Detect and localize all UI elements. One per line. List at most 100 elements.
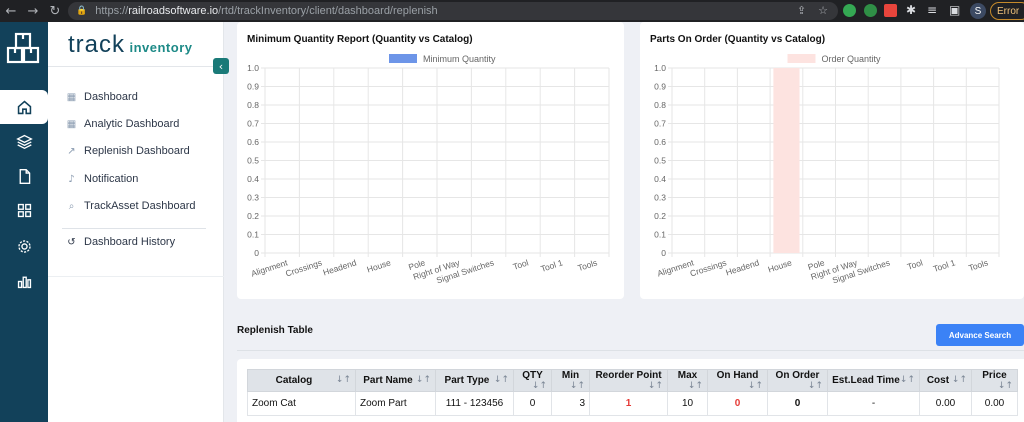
error-badge[interactable]: Error <box>990 2 1024 20</box>
column-header-max[interactable]: Max ↓↑ <box>667 369 708 392</box>
x-tick-label: Tool 1 <box>539 257 564 274</box>
brand-logo: track inventory <box>68 31 193 58</box>
cell-cost: 0.00 <box>919 391 972 416</box>
menu-item-label: Dashboard <box>84 91 138 103</box>
sort-icon[interactable]: ↓↑ <box>648 381 663 391</box>
column-header-part-name[interactable]: Part Name ↓↑ <box>355 369 436 392</box>
menu-item-dashboard[interactable]: ▦ Dashboard <box>66 88 138 106</box>
rail-home[interactable] <box>0 90 48 124</box>
y-tick-label: 0.2 <box>654 211 666 221</box>
y-tick-label: 0.9 <box>247 82 259 92</box>
collapse-sidebar-button[interactable]: ‹ <box>213 58 229 74</box>
sort-icon[interactable]: ↓↑ <box>998 381 1013 391</box>
cell-catalog: Zoom Cat <box>247 391 356 416</box>
column-header-cost[interactable]: Cost ↓↑ <box>919 369 972 392</box>
x-tick-label: Crossings <box>689 257 728 278</box>
extension-z-icon[interactable] <box>884 4 897 17</box>
cell-reorder-point: 1 <box>589 391 668 416</box>
legend-label: Order Quantity <box>822 54 882 64</box>
reload-icon[interactable]: ↻ <box>44 0 66 22</box>
menu-item-analytic-dashboard[interactable]: ▦ Analytic Dashboard <box>66 115 180 133</box>
column-header-qty[interactable]: QTY ↓↑ <box>513 369 552 392</box>
y-tick-label: 0.7 <box>247 119 259 129</box>
legend-swatch <box>389 54 417 63</box>
analytics-icon: ▦ <box>66 118 77 130</box>
sort-icon[interactable]: ↓↑ <box>952 375 967 385</box>
y-tick-label: 0.5 <box>654 156 666 166</box>
y-tick-label: 0.7 <box>654 119 666 129</box>
menu-item-dashboard-history[interactable]: ↺ Dashboard History <box>66 233 175 251</box>
extension-play-icon[interactable] <box>843 4 856 17</box>
cell-part-name: Zoom Part <box>355 391 436 416</box>
share-icon[interactable]: ⇪ <box>797 4 806 17</box>
divider <box>48 66 224 67</box>
sort-icon[interactable]: ↓↑ <box>570 381 585 391</box>
rail-grid[interactable] <box>0 193 48 227</box>
y-tick-label: 0.1 <box>247 230 259 240</box>
browser-toolbar: ← → ↻ 🔒 https://railroadsoftware.io/rtd/… <box>0 0 1024 22</box>
bookmark-star-icon[interactable]: ☆ <box>818 4 828 17</box>
cell-price: 0.00 <box>971 391 1018 416</box>
x-tick-label: Crossings <box>284 257 323 278</box>
extension-chat-icon[interactable] <box>864 4 877 17</box>
column-header-price[interactable]: Price ↓↑ <box>971 369 1018 392</box>
lock-icon: 🔒 <box>76 6 88 16</box>
sort-icon[interactable]: ↓↑ <box>748 381 763 391</box>
column-header-est-lead-time[interactable]: Est.Lead Time ↓↑ <box>827 369 920 392</box>
parts-on-order-chart: Order Quantity 1.0 0.9 0.8 0.7 0.6 0.5 0.4 0.3 0.… <box>654 54 1000 285</box>
cell-part-type: 111 - 123456 <box>435 391 514 416</box>
sort-icon[interactable]: ↓↑ <box>900 375 915 385</box>
forward-arrow-icon[interactable]: → <box>22 0 44 22</box>
advance-search-button[interactable]: Advance Search <box>936 324 1024 346</box>
bar <box>773 68 800 253</box>
rail-documents[interactable] <box>0 159 48 193</box>
menu-item-notification[interactable]: ♪ Notification <box>66 170 138 188</box>
profile-avatar[interactable]: S <box>970 3 986 19</box>
search-asset-icon: ⌕ <box>68 200 75 212</box>
sort-icon[interactable]: ↓↑ <box>494 375 509 385</box>
cell-est-lead-time: - <box>827 391 920 416</box>
cell-max: 10 <box>667 391 708 416</box>
y-tick-label: 0.4 <box>247 174 259 184</box>
replenish-table-card: Catalog ↓↑ Part Name ↓↑ Part Type ↓↑ QTY ↓↑ … <box>237 359 1024 422</box>
menu-item-label: Notification <box>84 173 139 185</box>
menu-item-label: TrackAsset Dashboard <box>84 200 196 212</box>
menu-item-trackasset-dashboard[interactable]: ⌕ TrackAsset Dashboard <box>66 197 196 215</box>
y-tick-label: 0.9 <box>654 82 666 92</box>
x-tick-label: Tool <box>906 257 924 271</box>
rail-reports[interactable] <box>0 264 48 298</box>
replenish-table-title: Replenish Table <box>237 325 313 336</box>
extensions-puzzle-icon[interactable]: ✱ <box>906 3 916 17</box>
warehouse-logo-icon <box>6 32 40 64</box>
address-bar[interactable]: 🔒 https://railroadsoftware.io/rtd/trackI… <box>68 2 838 20</box>
sort-icon[interactable]: ↓↑ <box>688 381 703 391</box>
history-icon: ↺ <box>67 236 76 248</box>
rail-layers[interactable] <box>0 124 48 158</box>
column-header-catalog[interactable]: Catalog ↓↑ <box>247 369 356 392</box>
x-tick-label: Headend <box>322 257 358 277</box>
parts-on-order-chart-card: Parts On Order (Quantity vs Catalog) Ord… <box>640 22 1024 299</box>
table-header-row: Catalog ↓↑ Part Name ↓↑ Part Type ↓↑ QTY ↓↑ … <box>247 369 1018 392</box>
y-tick-label: 0.8 <box>654 100 666 110</box>
column-header-min[interactable]: Min ↓↑ <box>551 369 590 392</box>
column-header-on-order[interactable]: On Order ↓↑ <box>767 369 828 392</box>
line-chart-icon: ↗ <box>67 145 76 157</box>
x-tick-label: Headend <box>724 257 760 277</box>
rail-settings[interactable] <box>0 229 48 263</box>
column-header-reorder-point[interactable]: Reorder Point ↓↑ <box>589 369 668 392</box>
sort-icon[interactable]: ↓↑ <box>336 375 351 385</box>
x-tick-label: Alignment <box>250 257 290 278</box>
reading-list-icon[interactable]: ≡ <box>927 3 937 17</box>
column-header-on-hand[interactable]: On Hand ↓↑ <box>707 369 768 392</box>
table-row[interactable]: Zoom Cat Zoom Part 111 - 123456 0 3 1 10… <box>247 391 1018 416</box>
grid-icon <box>17 203 31 217</box>
sort-icon[interactable]: ↓↑ <box>532 381 547 391</box>
column-header-part-type[interactable]: Part Type ↓↑ <box>435 369 514 392</box>
side-panel-icon[interactable]: ▣ <box>949 3 960 17</box>
sort-icon[interactable]: ↓↑ <box>808 381 823 391</box>
back-arrow-icon[interactable]: ← <box>0 0 22 22</box>
bar-chart-icon <box>17 276 31 288</box>
sort-icon[interactable]: ↓↑ <box>416 375 431 385</box>
y-tick-label: 0.1 <box>654 230 666 240</box>
menu-item-replenish-dashboard[interactable]: ↗ Replenish Dashboard <box>66 142 190 160</box>
